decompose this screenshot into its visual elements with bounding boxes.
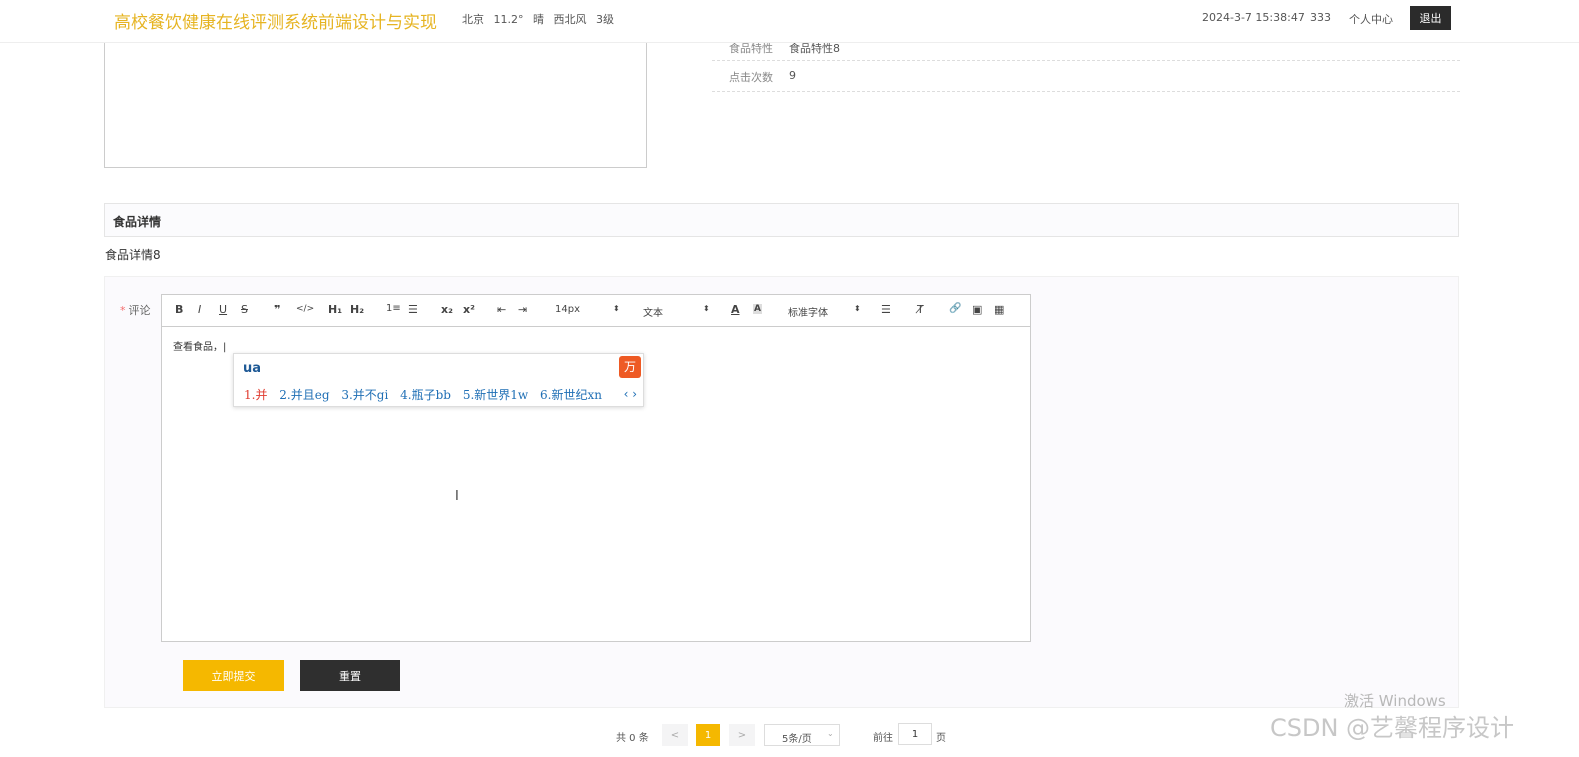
- video-icon[interactable]: ▦: [994, 303, 1004, 316]
- required-mark: *: [120, 304, 126, 317]
- text-type-value: 文本: [643, 308, 663, 319]
- weather-city: 北京: [462, 13, 484, 26]
- ime-candidate-popup: ua 万 1.并 2.并且eg 3.并不gi 4.瓶子bb 5.新世界1w 6.…: [233, 353, 644, 407]
- ime-candidates: 1.并 2.并且eg 3.并不gi 4.瓶子bb 5.新世界1w 6.新世纪xn: [244, 386, 610, 403]
- outdent-icon[interactable]: ⇤: [497, 303, 506, 316]
- submit-button[interactable]: 立即提交: [183, 660, 284, 691]
- detail-text: 食品详情8: [105, 248, 161, 262]
- font-family-value: 标准字体: [788, 308, 828, 319]
- editor-toolbar: B I U S ❞ </> H₁ H₂ 1≡ ☰ x₂ x² ⇤ ⇥ 14px …: [162, 295, 1030, 327]
- pagination-goto-unit: 页: [936, 733, 946, 744]
- current-datetime: 2024-3-7 15:38:47: [1202, 11, 1305, 24]
- chevron-updown-icon: ⬍: [703, 304, 710, 313]
- ime-logo-icon[interactable]: 万: [619, 356, 641, 378]
- code-icon[interactable]: </>: [296, 304, 314, 314]
- italic-button[interactable]: I: [198, 303, 201, 316]
- profile-link[interactable]: 个人中心: [1349, 11, 1393, 27]
- text-type-select[interactable]: 文本 ⬍: [643, 304, 711, 319]
- text-cursor-icon: I: [455, 489, 459, 504]
- page-size-value: 5条/页: [782, 734, 812, 745]
- subscript-button[interactable]: x₂: [441, 303, 453, 316]
- font-color-icon[interactable]: A: [731, 303, 740, 316]
- image-icon[interactable]: ▣: [972, 303, 982, 316]
- underline-button[interactable]: U: [219, 303, 227, 316]
- quote-icon[interactable]: ❞: [274, 303, 280, 316]
- weather-condition: 晴: [533, 13, 544, 26]
- bold-button[interactable]: B: [175, 303, 183, 316]
- csdn-watermark: CSDN @艺馨程序设计: [1270, 714, 1515, 742]
- ordered-list-icon[interactable]: 1≡: [386, 303, 401, 314]
- info-row-clicks: 点击次数 9: [712, 59, 1460, 92]
- pagination-goto-input[interactable]: [898, 723, 932, 745]
- ime-candidate[interactable]: 6.新世纪xn: [540, 388, 602, 402]
- align-icon[interactable]: ☰: [881, 303, 891, 316]
- comment-label: * 评论: [120, 302, 151, 318]
- h2-button[interactable]: H₂: [350, 303, 364, 316]
- reset-button[interactable]: 重置: [300, 660, 400, 691]
- pagination-page-1[interactable]: 1: [696, 724, 720, 746]
- top-header: 高校餐饮健康在线评测系统前端设计与实现 北京 11.2° 晴 西北风 3级 20…: [0, 0, 1579, 43]
- clear-format-icon[interactable]: T̸: [917, 303, 924, 316]
- ime-candidate[interactable]: 1.并: [244, 388, 267, 402]
- site-title[interactable]: 高校餐饮健康在线评测系统前端设计与实现: [114, 8, 437, 33]
- pagination-next-button[interactable]: >: [729, 724, 755, 746]
- ime-page-nav[interactable]: ‹ ›: [624, 387, 637, 401]
- chevron-updown-icon: ⬍: [854, 304, 861, 313]
- info-value: 9: [789, 69, 796, 82]
- pagination-prev-button[interactable]: <: [662, 724, 688, 746]
- ime-candidate[interactable]: 5.新世界1w: [463, 388, 528, 402]
- weather-temp: 11.2°: [493, 13, 524, 26]
- strike-button[interactable]: S: [241, 303, 248, 316]
- h1-button[interactable]: H₁: [328, 303, 342, 316]
- ime-candidate[interactable]: 4.瓶子bb: [400, 388, 451, 402]
- chevron-updown-icon: ⬍: [613, 304, 620, 313]
- ime-composition: ua: [243, 361, 262, 376]
- weather-level: 3级: [596, 13, 614, 26]
- info-label: 点击次数: [729, 71, 773, 84]
- indent-icon[interactable]: ⇥: [518, 303, 527, 316]
- background-color-icon[interactable]: A: [753, 304, 762, 314]
- pagination-goto-label: 前往: [873, 733, 893, 744]
- link-icon[interactable]: 🔗: [949, 303, 961, 314]
- food-image-box: [104, 30, 647, 168]
- bullet-list-icon[interactable]: ☰: [408, 303, 418, 316]
- detail-heading: 食品详情: [113, 215, 162, 229]
- font-size-value: 14px: [555, 304, 580, 315]
- weather-wind: 西北风: [553, 13, 587, 26]
- superscript-button[interactable]: x²: [463, 303, 475, 316]
- chevron-down-icon: ⌄: [827, 729, 834, 738]
- pagination-total: 共 0 条: [616, 733, 649, 744]
- ime-candidate[interactable]: 2.并且eg: [279, 388, 329, 402]
- detail-section-header: 食品详情: [104, 203, 1459, 237]
- ime-candidate[interactable]: 3.并不gi: [341, 388, 388, 402]
- font-size-select[interactable]: 14px ⬍: [555, 304, 621, 315]
- font-family-select[interactable]: 标准字体 ⬍: [788, 304, 862, 319]
- page-size-select[interactable]: 5条/页 ⌄: [764, 724, 840, 746]
- username: 333: [1310, 11, 1331, 24]
- editor-content[interactable]: 查看食品，|: [173, 338, 226, 353]
- comment-label-text: 评论: [128, 304, 151, 317]
- weather-info: 北京 11.2° 晴 西北风 3级: [462, 11, 620, 27]
- logout-button[interactable]: 退出: [1410, 6, 1451, 30]
- rich-text-editor[interactable]: B I U S ❞ </> H₁ H₂ 1≡ ☰ x₂ x² ⇤ ⇥ 14px …: [161, 294, 1031, 642]
